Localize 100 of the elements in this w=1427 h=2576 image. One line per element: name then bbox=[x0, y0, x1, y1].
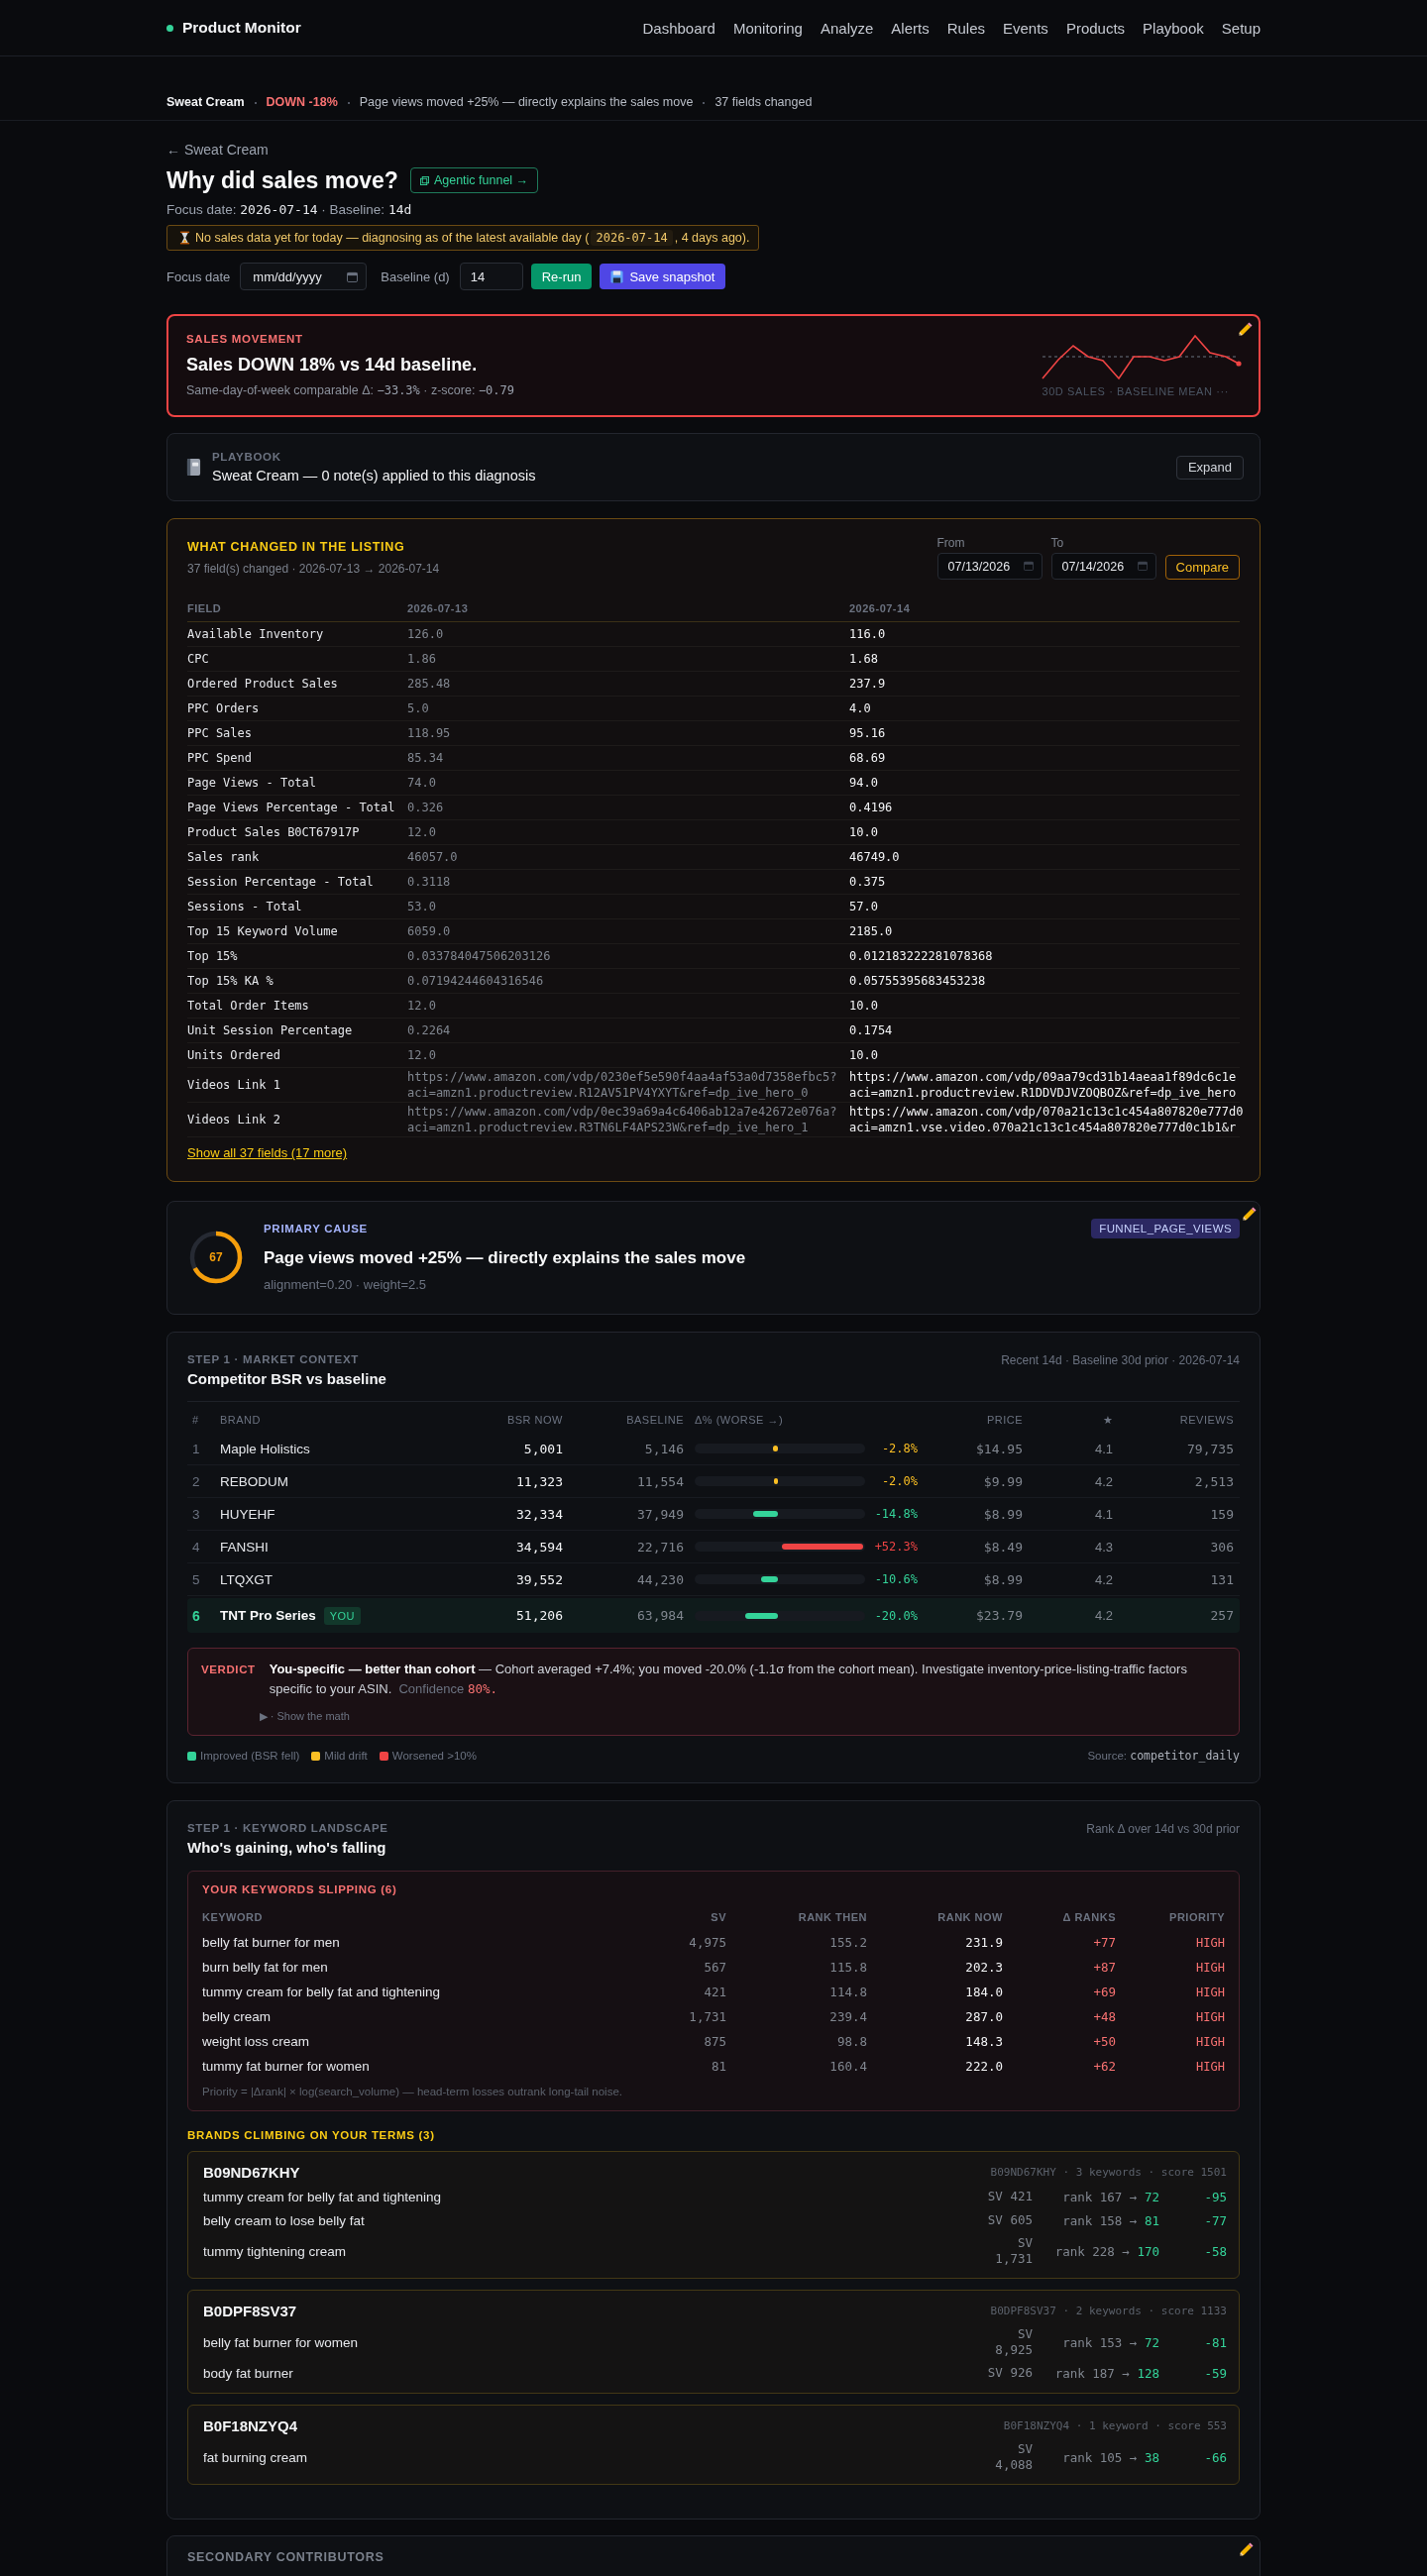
funnel-link[interactable]: Agentic funnel → bbox=[409, 167, 539, 193]
field-name: Sales rank bbox=[187, 850, 261, 864]
search-volume: SV 4,088 bbox=[994, 2441, 1033, 2473]
bsr-value: 51,206 bbox=[515, 1608, 563, 1623]
nav-link[interactable]: Dashboard bbox=[642, 19, 715, 37]
rank-number: 1 bbox=[192, 1441, 201, 1456]
old-value: 12.0 bbox=[407, 1048, 437, 1062]
rank-now-cell-text: 148.3 bbox=[964, 2034, 1003, 2049]
old-value: 0.033784047506203126 bbox=[407, 949, 552, 963]
keyword-text: tummy tightening cream bbox=[203, 2243, 348, 2259]
new-value: 1.68 bbox=[849, 652, 879, 666]
rank-change: rank 167 → 72 bbox=[1061, 2189, 1159, 2204]
field-name: Available Inventory bbox=[187, 627, 325, 641]
brand-title: B09ND67KHY bbox=[203, 2163, 300, 2181]
rerun-button[interactable]: Re-run bbox=[530, 264, 593, 289]
column-header: BASELINE bbox=[625, 1413, 684, 1427]
pencil-icon[interactable] bbox=[1238, 2542, 1254, 2558]
app-title: Product Monitor bbox=[182, 19, 301, 37]
old-value: 12.0 bbox=[407, 999, 437, 1013]
column-header: KEYWORD bbox=[202, 1910, 264, 1924]
rank-now-cell-text: 222.0 bbox=[964, 2059, 1003, 2074]
nav-link[interactable]: Alerts bbox=[891, 19, 930, 37]
keyword-text: tummy cream for belly fat and tightening bbox=[203, 2189, 443, 2204]
overlapping-squares-icon bbox=[419, 175, 429, 185]
rank-now-cell-text: 202.3 bbox=[964, 1960, 1003, 1975]
compare-button[interactable]: Compare bbox=[1164, 555, 1240, 580]
field-label: Focus date bbox=[166, 268, 231, 284]
rank-delta: -81 bbox=[1203, 2334, 1227, 2350]
rank-change: rank 153 → 72 bbox=[1061, 2334, 1159, 2350]
expand-button[interactable]: Expand bbox=[1175, 455, 1244, 480]
new-value: 116.0 bbox=[849, 627, 887, 641]
brand-meta: B0F18NZYQ4 · 1 keyword · score 553 bbox=[1003, 2418, 1227, 2432]
show-all-link[interactable]: Show all 37 fields (17 more) bbox=[187, 1145, 348, 1161]
nav-link[interactable]: Events bbox=[1003, 19, 1048, 37]
date-field[interactable]: mm/dd/yyyy bbox=[240, 263, 368, 290]
bsr-value: 11,323 bbox=[515, 1473, 563, 1489]
nav-link[interactable]: Analyze bbox=[820, 19, 874, 37]
field-name: Units Ordered bbox=[187, 1048, 281, 1062]
rank-number: 5 bbox=[192, 1571, 201, 1587]
brand-title: B0DPF8SV37 bbox=[203, 2302, 297, 2319]
date-field[interactable]: 07/13/2026 bbox=[936, 553, 1043, 580]
pencil-icon[interactable] bbox=[1241, 1207, 1257, 1223]
date-field[interactable]: 07/14/2026 bbox=[1050, 553, 1156, 580]
brand-name: FANSHI bbox=[220, 1539, 269, 1555]
baseline-value: 63,984 bbox=[636, 1608, 684, 1623]
number-field[interactable]: 14 bbox=[459, 263, 523, 290]
legend-label: Worsened >10% bbox=[391, 1749, 477, 1764]
field-name: Top 15% bbox=[187, 949, 239, 963]
save-snapshot-button[interactable]: Save snapshot bbox=[600, 264, 726, 289]
new-value: 10.0 bbox=[849, 825, 879, 839]
nav-link[interactable]: Playbook bbox=[1143, 19, 1204, 37]
new-value: 0.012183222281078368 bbox=[849, 949, 994, 963]
search-volume: SV 926 bbox=[986, 2365, 1033, 2381]
you-badge: YOU bbox=[323, 1606, 361, 1625]
old-value: 0.3118 bbox=[407, 875, 452, 889]
price-value: $8.99 bbox=[982, 1571, 1023, 1587]
rank-change: rank 105 → 38 bbox=[1061, 2449, 1159, 2465]
logo-dot-icon bbox=[166, 24, 173, 32]
section-subtitle: 37 field(s) changed · 2026-07-13 → 2026-07-14 bbox=[187, 561, 440, 577]
hourglass-icon bbox=[179, 231, 190, 245]
back-link[interactable]: ← Sweat Cream bbox=[166, 141, 269, 159]
product-name: Sweat Cream bbox=[166, 94, 245, 111]
column-header: Δ% (WORSE →) bbox=[694, 1413, 785, 1427]
review-count: 257 bbox=[1209, 1608, 1234, 1623]
show-math-toggle[interactable]: ▶ · Show the math bbox=[259, 1708, 350, 1724]
search-volume-cell-text: 875 bbox=[703, 2034, 726, 2049]
new-value: 68.69 bbox=[849, 751, 887, 765]
field-name: PPC Spend bbox=[187, 751, 254, 765]
rank-delta-cell-text: +69 bbox=[1092, 1985, 1116, 1999]
keyword-cell-text: burn belly fat for men bbox=[202, 1960, 329, 1975]
new-value: 10.0 bbox=[849, 1048, 879, 1062]
step-label: STEP 1 · KEYWORD LANDSCAPE bbox=[187, 1821, 388, 1835]
movement-headline: Sales DOWN 18% vs 14d baseline. bbox=[186, 354, 479, 376]
old-value: 0.2264 bbox=[407, 1023, 452, 1037]
nav-link[interactable]: Monitoring bbox=[732, 19, 803, 37]
delta-value: -2.8% bbox=[880, 1442, 918, 1455]
new-value: 0.375 bbox=[849, 875, 887, 889]
priority-cell-text: HIGH bbox=[1195, 2009, 1225, 2024]
verdict-label: VERDICT bbox=[201, 1663, 256, 1677]
rank-then-cell-text: 160.4 bbox=[828, 2059, 867, 2074]
nav-link[interactable]: Products bbox=[1065, 19, 1126, 37]
legend-label: Mild drift bbox=[324, 1749, 368, 1764]
new-value: 10.0 bbox=[849, 999, 879, 1013]
nav-link[interactable]: Rules bbox=[946, 19, 985, 37]
bsr-value: 39,552 bbox=[515, 1571, 563, 1587]
nav-link[interactable]: Setup bbox=[1221, 19, 1261, 37]
new-value: 2185.0 bbox=[849, 924, 894, 938]
bsr-value: 34,594 bbox=[515, 1539, 563, 1555]
panel-title: BRANDS CLIMBING ON YOUR TERMS (3) bbox=[187, 2128, 436, 2142]
rank-delta-cell-text: +62 bbox=[1092, 2059, 1116, 2074]
old-value: 85.34 bbox=[407, 751, 445, 765]
calendar-icon[interactable] bbox=[347, 270, 359, 282]
price-value: $14.95 bbox=[975, 1441, 1023, 1456]
old-value: 0.07194244604316546 bbox=[407, 974, 545, 988]
column-header: PRIORITY bbox=[1168, 1910, 1225, 1924]
bsr-value: 5,001 bbox=[522, 1441, 563, 1456]
priority-cell-text: HIGH bbox=[1195, 2059, 1225, 2074]
price-value: $8.49 bbox=[982, 1539, 1023, 1555]
old-value: 285.48 bbox=[407, 677, 452, 691]
pencil-icon[interactable] bbox=[1237, 322, 1253, 338]
